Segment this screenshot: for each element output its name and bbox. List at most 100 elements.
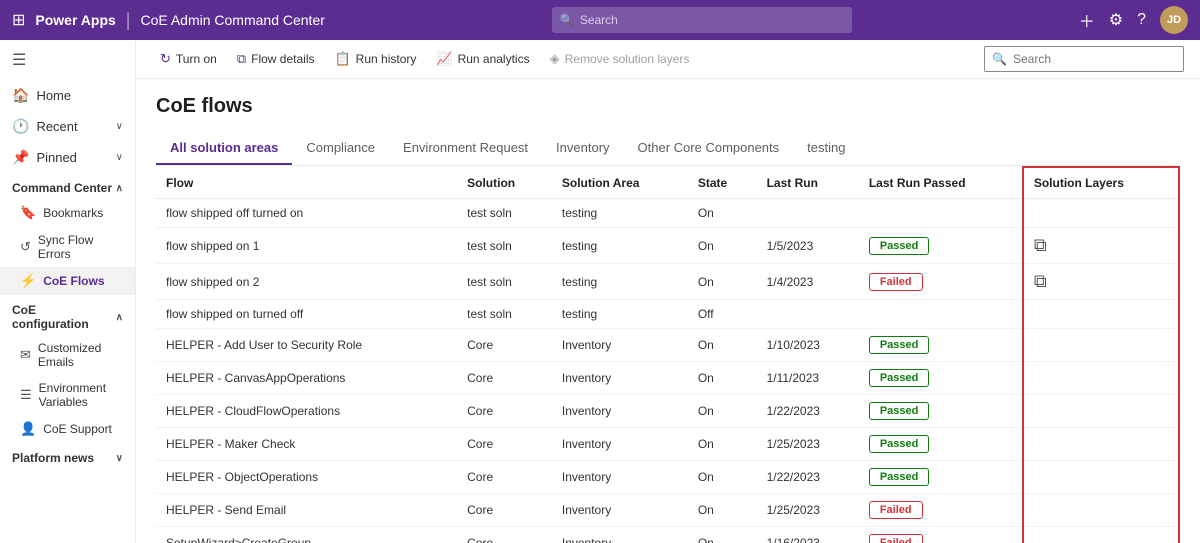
sidebar-item-recent[interactable]: 🕐 Recent ∨ (0, 111, 135, 142)
cell-last-run-passed (859, 300, 1023, 329)
cell-area: Inventory (552, 362, 688, 395)
top-search-icon: 🔍 (560, 13, 575, 27)
table-row[interactable]: HELPER - Add User to Security RoleCoreIn… (156, 329, 1179, 362)
coe-flows-label: CoE Flows (43, 274, 104, 288)
status-badge: Passed (869, 402, 930, 420)
table-row[interactable]: HELPER - CanvasAppOperationsCoreInventor… (156, 362, 1179, 395)
run-analytics-button[interactable]: 📈 Run analytics (428, 46, 537, 72)
table-row[interactable]: HELPER - Send EmailCoreInventoryOn1/25/2… (156, 494, 1179, 527)
table-row[interactable]: flow shipped on 1test solntestingOn1/5/2… (156, 228, 1179, 264)
cell-last-run (757, 300, 859, 329)
sync-flow-errors-label: Sync Flow Errors (38, 233, 123, 261)
help-icon[interactable]: ? (1137, 11, 1146, 29)
sidebar-toggle[interactable]: ☰ (0, 40, 135, 80)
status-badge: Passed (869, 336, 930, 354)
col-header-state: State (688, 167, 757, 199)
cell-area: Inventory (552, 329, 688, 362)
cell-last-run: 1/25/2023 (757, 494, 859, 527)
cell-area: testing (552, 300, 688, 329)
turn-on-button[interactable]: ↻ Turn on (152, 46, 225, 72)
tab-compliance[interactable]: Compliance (292, 132, 389, 165)
run-history-button[interactable]: 📋 Run history (326, 46, 424, 72)
table-row[interactable]: flow shipped on 2test solntestingOn1/4/2… (156, 264, 1179, 300)
cell-last-run: 1/22/2023 (757, 461, 859, 494)
cell-area: Inventory (552, 461, 688, 494)
cell-solution: Core (457, 494, 552, 527)
col-header-solution-area: Solution Area (552, 167, 688, 199)
top-search-input[interactable] (552, 7, 852, 33)
cell-solution-layers (1023, 461, 1179, 494)
cell-last-run-passed: Failed (859, 494, 1023, 527)
cell-state: On (688, 428, 757, 461)
cell-area: testing (552, 199, 688, 228)
waffle-icon[interactable]: ⊞ (12, 10, 25, 30)
home-icon: 🏠 (12, 87, 29, 104)
tab-other-core-components[interactable]: Other Core Components (624, 132, 794, 165)
sidebar-item-pinned[interactable]: 📌 Pinned ∨ (0, 142, 135, 173)
cell-state: On (688, 228, 757, 264)
sidebar-item-sync-flow-errors[interactable]: ↺ Sync Flow Errors (0, 227, 135, 267)
top-search-wrap: 🔍 (552, 7, 852, 33)
layout: ☰ 🏠 Home 🕐 Recent ∨ 📌 Pinned ∨ Command C… (0, 40, 1200, 543)
sidebar-item-home[interactable]: 🏠 Home (0, 80, 135, 111)
layers-icon[interactable]: ⧉ (1034, 271, 1047, 291)
command-bar: ↻ Turn on ⧉ Flow details 📋 Run history 📈… (136, 40, 1200, 79)
status-badge: Failed (869, 501, 923, 519)
command-center-section[interactable]: Command Center ∧ (0, 173, 135, 199)
table-row[interactable]: SetupWizard>CreateGroupCoreInventoryOn1/… (156, 527, 1179, 543)
sidebar-item-bookmarks[interactable]: 🔖 Bookmarks (0, 199, 135, 227)
cell-area: Inventory (552, 395, 688, 428)
cell-solution-layers: ⧉ (1023, 264, 1179, 300)
sidebar-item-env-variables[interactable]: ☰ Environment Variables (0, 375, 135, 415)
tab-all-solution-areas[interactable]: All solution areas (156, 132, 292, 165)
layers-icon[interactable]: ⧉ (1034, 235, 1047, 255)
cell-flow: HELPER - Maker Check (156, 428, 457, 461)
platform-news-section[interactable]: Platform news ∨ (0, 443, 135, 469)
sidebar-item-coe-support[interactable]: 👤 CoE Support (0, 415, 135, 443)
cell-last-run: 1/22/2023 (757, 395, 859, 428)
table-row[interactable]: flow shipped on turned offtest solntesti… (156, 300, 1179, 329)
pin-icon: 📌 (12, 149, 29, 166)
coe-config-chevron: ∧ (116, 312, 123, 323)
cell-state: On (688, 329, 757, 362)
cmd-search-input[interactable] (984, 46, 1184, 72)
platform-news-chevron: ∨ (116, 453, 123, 464)
run-history-icon: 📋 (334, 51, 350, 67)
remove-solution-layers-button[interactable]: ◈ Remove solution layers (542, 46, 698, 72)
cell-last-run: 1/16/2023 (757, 527, 859, 543)
cell-state: On (688, 264, 757, 300)
cell-solution: Core (457, 461, 552, 494)
cell-area: testing (552, 228, 688, 264)
cell-solution: Core (457, 428, 552, 461)
tab-environment-request[interactable]: Environment Request (389, 132, 542, 165)
table-wrap: Flow Solution Solution Area State Last R… (156, 166, 1180, 543)
cell-solution: test soln (457, 300, 552, 329)
table-row[interactable]: HELPER - ObjectOperationsCoreInventoryOn… (156, 461, 1179, 494)
sidebar-item-customized-emails[interactable]: ✉ Customized Emails (0, 335, 135, 375)
cell-state: On (688, 527, 757, 543)
cell-state: On (688, 494, 757, 527)
table-row[interactable]: flow shipped off turned ontest solntesti… (156, 199, 1179, 228)
coe-config-section[interactable]: CoE configuration ∧ (0, 295, 135, 335)
cell-solution: Core (457, 395, 552, 428)
avatar[interactable]: JD (1160, 6, 1188, 34)
cell-state: On (688, 199, 757, 228)
cell-flow: flow shipped off turned on (156, 199, 457, 228)
table-row[interactable]: HELPER - CloudFlowOperationsCoreInventor… (156, 395, 1179, 428)
cell-state: On (688, 461, 757, 494)
flow-details-button[interactable]: ⧉ Flow details (229, 46, 323, 72)
sidebar-item-coe-flows[interactable]: ⚡ CoE Flows (0, 267, 135, 295)
settings-icon[interactable]: ⚙ (1109, 10, 1123, 30)
support-icon: 👤 (20, 421, 36, 437)
col-header-last-run: Last Run (757, 167, 859, 199)
status-badge: Passed (869, 369, 930, 387)
tab-inventory[interactable]: Inventory (542, 132, 623, 165)
command-center-section-label: Command Center (12, 181, 112, 195)
plus-icon[interactable]: ＋ (1079, 8, 1095, 32)
bookmarks-icon: 🔖 (20, 205, 36, 221)
table-row[interactable]: HELPER - Maker CheckCoreInventoryOn1/25/… (156, 428, 1179, 461)
cell-last-run-passed: Failed (859, 264, 1023, 300)
command-center-label: CoE Admin Command Center (140, 12, 324, 28)
analytics-icon: 📈 (436, 51, 452, 67)
tab-testing[interactable]: testing (793, 132, 859, 165)
